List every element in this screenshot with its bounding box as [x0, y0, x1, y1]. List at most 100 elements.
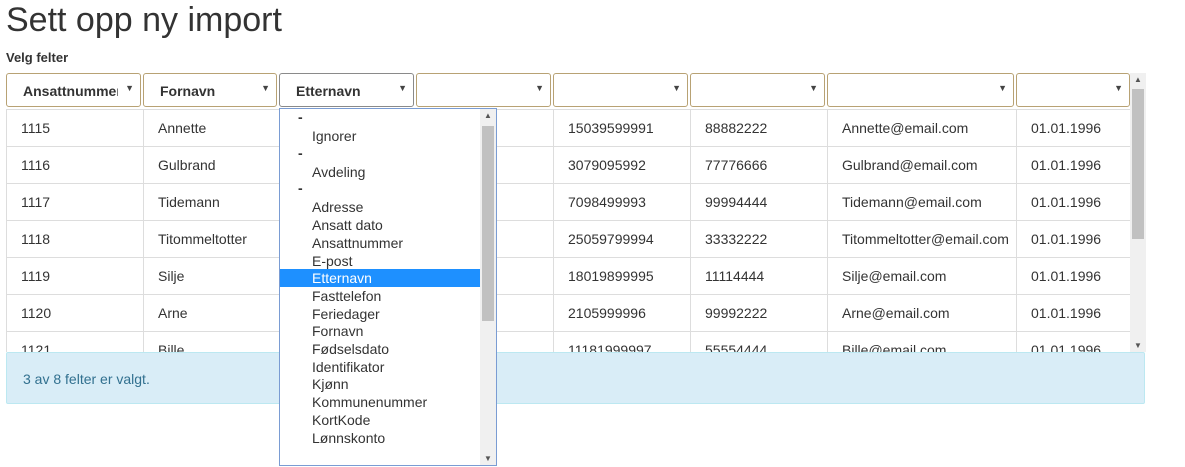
table-cell: Titommeltotter@email.com: [827, 221, 1016, 258]
table-cell: 01.01.1996: [1016, 295, 1130, 332]
dropdown-option[interactable]: Avdeling: [280, 163, 480, 181]
column-select-2[interactable]: Fornavn ▼: [143, 73, 277, 107]
table-cell: 01.01.1996: [1016, 258, 1130, 295]
dropdown-option[interactable]: Feriedager: [280, 305, 480, 323]
table-cell: Arne@email.com: [827, 295, 1016, 332]
table-cell: 01.01.1996: [1016, 332, 1130, 352]
chevron-down-icon[interactable]: ▼: [125, 83, 134, 93]
field-dropdown-list[interactable]: Lønnskonto KortKode Kommunenummer Kjønn Iden…: [279, 108, 497, 466]
table-cell: 01.01.1996: [1016, 184, 1130, 221]
table-cell: Silje: [143, 258, 279, 295]
scroll-down-icon[interactable]: ▼: [1134, 341, 1142, 350]
dropdown-option[interactable]: E-post: [280, 252, 480, 270]
table-row: 1116 Gulbrand 3079095992 77776666 Gulbrand@e…: [6, 146, 1130, 184]
dropdown-option[interactable]: Adresse: [280, 198, 480, 216]
table-cell: 11181999997: [553, 332, 690, 352]
dropdown-group-separator: -: [298, 109, 303, 125]
table-cell: 7098499993: [553, 184, 690, 221]
table-cell: Tidemann: [143, 184, 279, 221]
preview-table: 1115 Annette 15039599991 88882222 Annette@em…: [6, 109, 1130, 352]
column-field-selectors: Ansattnummer ▼ Fornavn ▼ Etternavn ▼ ▼ ▼ ▼ ▼ ▼: [6, 73, 1130, 109]
table-cell: Annette@email.com: [827, 110, 1016, 147]
chevron-down-icon[interactable]: ▼: [398, 83, 407, 93]
table-row: 1115 Annette 15039599991 88882222 Annette@em…: [6, 109, 1130, 147]
dropdown-option[interactable]: Identifikator: [280, 358, 480, 376]
scroll-up-icon[interactable]: ▲: [484, 111, 492, 120]
chevron-down-icon[interactable]: ▼: [998, 83, 1007, 93]
table-cell: 01.01.1996: [1016, 147, 1130, 184]
table-cell: 1121: [6, 332, 143, 352]
table-cell: 1118: [6, 221, 143, 258]
table-cell: Tidemann@email.com: [827, 184, 1016, 221]
table-cell: 01.01.1996: [1016, 221, 1130, 258]
scroll-up-icon[interactable]: ▲: [1134, 75, 1142, 84]
column-select-5[interactable]: ▼: [553, 73, 688, 107]
table-cell: 88882222: [690, 110, 827, 147]
dropdown-scrollbar[interactable]: ▲ ▼: [480, 109, 496, 465]
page-title: Sett opp ny import: [6, 1, 282, 39]
dropdown-group-separator: -: [298, 144, 303, 161]
table-cell: Titommeltotter: [143, 221, 279, 258]
table-cell: 01.01.1996: [1016, 110, 1130, 147]
column-select-8[interactable]: ▼: [1016, 73, 1130, 107]
table-cell: Gulbrand: [143, 147, 279, 184]
scroll-down-icon[interactable]: ▼: [484, 454, 492, 463]
table-cell: Annette: [143, 110, 279, 147]
chevron-down-icon[interactable]: ▼: [809, 83, 818, 93]
table-cell: 15039599991: [553, 110, 690, 147]
table-cell: 99994444: [690, 184, 827, 221]
chevron-down-icon[interactable]: ▼: [672, 83, 681, 93]
table-cell: 77776666: [690, 147, 827, 184]
section-label: Velg felter: [6, 50, 69, 65]
status-alert: 3 av 8 felter er valgt.: [6, 352, 1145, 404]
scrollbar-thumb[interactable]: [482, 126, 494, 321]
column-select-4[interactable]: ▼: [416, 73, 551, 107]
dropdown-option[interactable]: Fødselsdato: [280, 340, 480, 358]
table-cell: Bille: [143, 332, 279, 352]
column-select-7[interactable]: ▼: [827, 73, 1014, 107]
table-row: 1120 Arne 2105999996 99992222 Arne@email.com…: [6, 294, 1130, 332]
chevron-down-icon[interactable]: ▼: [1114, 83, 1123, 93]
table-cell: 99992222: [690, 295, 827, 332]
dropdown-option[interactable]: Ignorer: [280, 127, 480, 145]
status-text: 3 av 8 felter er valgt.: [23, 371, 150, 387]
dropdown-option[interactable]: Ansatt dato: [280, 216, 480, 234]
dropdown-group-separator: -: [298, 180, 303, 197]
table-scrollbar[interactable]: ▲ ▼: [1130, 73, 1146, 352]
dropdown-option[interactable]: Ansattnummer: [280, 234, 480, 252]
table-cell: 1120: [6, 295, 143, 332]
table-cell: 1117: [6, 184, 143, 221]
table-cell: Gulbrand@email.com: [827, 147, 1016, 184]
column-select-value: Etternavn: [296, 83, 361, 99]
table-row: 1121 Bille 11181999997 55554444 Bille@email.…: [6, 331, 1130, 352]
dropdown-option[interactable]: Fasttelefon: [280, 287, 480, 305]
column-select-value: Fornavn: [160, 83, 216, 99]
table-cell: 3079095992: [553, 147, 690, 184]
table-cell: 2105999996: [553, 295, 690, 332]
dropdown-option[interactable]: Kommunenummer: [280, 393, 480, 411]
table-row: 1119 Silje 18019899995 11114444 Silje@email.…: [6, 257, 1130, 295]
chevron-down-icon[interactable]: ▼: [535, 83, 544, 93]
column-select-3[interactable]: Etternavn ▼: [279, 73, 414, 107]
table-cell: 55554444: [690, 332, 827, 352]
dropdown-option[interactable]: Kjønn: [280, 375, 480, 393]
column-select-1[interactable]: Ansattnummer ▼: [6, 73, 141, 107]
chevron-down-icon[interactable]: ▼: [261, 83, 270, 93]
table-row: 1118 Titommeltotter 25059799994 33332222 Tit…: [6, 220, 1130, 258]
dropdown-option[interactable]: KortKode: [280, 411, 480, 429]
dropdown-option[interactable]: Etternavn: [280, 269, 480, 288]
column-select-value: Ansattnummer: [23, 83, 118, 99]
dropdown-option[interactable]: Fornavn: [280, 322, 480, 340]
table-cell: 18019899995: [553, 258, 690, 295]
table-cell: 11114444: [690, 258, 827, 295]
table-cell: 25059799994: [553, 221, 690, 258]
table-cell: Silje@email.com: [827, 258, 1016, 295]
table-cell: Bille@email.com: [827, 332, 1016, 352]
dropdown-option[interactable]: Lønnskonto: [280, 429, 480, 447]
column-select-6[interactable]: ▼: [690, 73, 825, 107]
scrollbar-thumb[interactable]: [1132, 89, 1144, 239]
table-cell: 1119: [6, 258, 143, 295]
table-cell: 33332222: [690, 221, 827, 258]
table-cell: Arne: [143, 295, 279, 332]
table-cell: 1115: [6, 110, 143, 147]
